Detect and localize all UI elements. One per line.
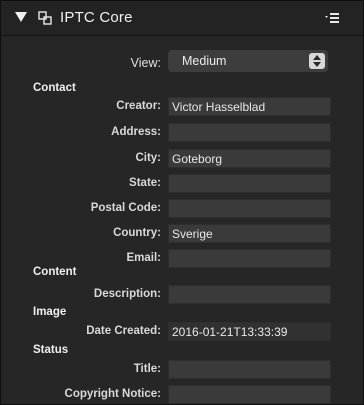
section-content: Content <box>33 266 77 278</box>
panel-title: IPTC Core <box>60 9 133 26</box>
view-select-value: Medium <box>182 54 227 68</box>
view-select[interactable]: Medium <box>168 50 328 72</box>
state-field[interactable] <box>168 174 331 193</box>
creator-label: Creator: <box>116 100 161 112</box>
description-field[interactable] <box>168 285 331 304</box>
title-field[interactable] <box>168 360 331 379</box>
description-label: Description: <box>93 288 161 300</box>
creator-field[interactable]: Victor Hasselblad <box>168 97 331 116</box>
email-label: Email: <box>126 252 161 264</box>
date-created-field[interactable]: 2016-01-21T13:33:39 <box>168 322 331 341</box>
disclosure-triangle-icon[interactable] <box>15 12 27 22</box>
view-label: View: <box>130 56 161 70</box>
address-field[interactable] <box>168 123 331 142</box>
country-label: Country: <box>113 227 161 239</box>
title-label: Title: <box>133 363 161 375</box>
city-field[interactable]: Goteborg <box>168 149 331 168</box>
address-label: Address: <box>111 126 161 138</box>
state-label: State: <box>129 177 161 189</box>
chevron-updown-icon <box>309 53 325 69</box>
section-image: Image <box>33 306 67 318</box>
panel-menu-icon[interactable] <box>325 12 339 24</box>
panel-header[interactable]: IPTC Core <box>1 1 363 36</box>
postal-code-label: Postal Code: <box>90 202 161 214</box>
section-status: Status <box>33 344 69 356</box>
city-label: City: <box>135 152 161 164</box>
postal-code-field[interactable] <box>168 199 331 218</box>
country-field[interactable]: Sverige <box>168 224 331 243</box>
copyright-notice-label: Copyright Notice: <box>64 388 161 400</box>
linked-frames-icon <box>38 11 52 25</box>
copyright-notice-field[interactable] <box>168 385 331 404</box>
iptc-core-panel: IPTC Core View: Medium Contact Creator: … <box>0 0 364 405</box>
email-field[interactable] <box>168 249 331 268</box>
date-created-label: Date Created: <box>86 325 161 337</box>
section-contact: Contact <box>33 82 76 94</box>
